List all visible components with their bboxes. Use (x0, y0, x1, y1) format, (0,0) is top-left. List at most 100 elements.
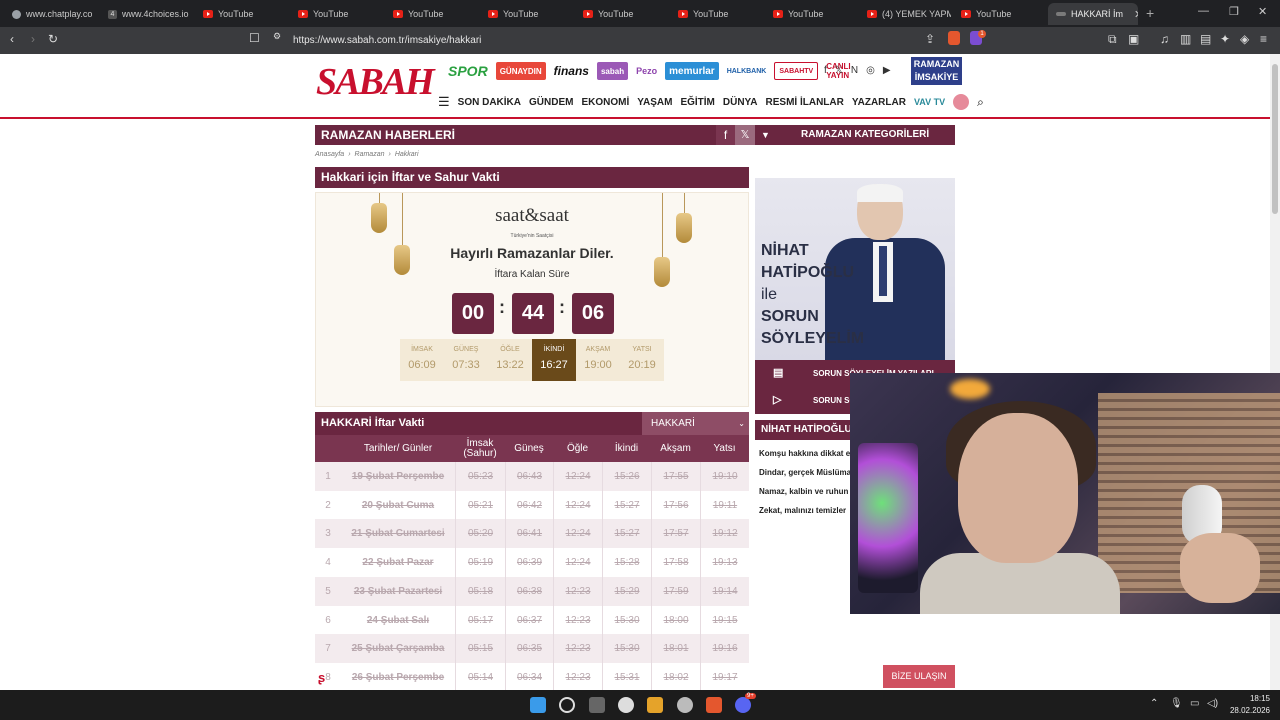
sidebar-article[interactable]: Zekat, malınızı temizler (759, 506, 846, 515)
table-cell: 15:27 (602, 519, 651, 549)
col-header: İkindi (614, 442, 639, 454)
partner-sabahtv[interactable]: SABAHTV (774, 62, 819, 80)
brave-shields-icon[interactable] (948, 31, 960, 45)
breadcrumb-ramazan[interactable]: Ramazan (355, 151, 385, 158)
tab-youtube[interactable]: YouTube (195, 3, 287, 25)
city-select[interactable]: HAKKARİ ⌄ (642, 412, 749, 435)
partner-finans[interactable]: finans (550, 62, 593, 80)
hamburger-icon[interactable]: ☰ (438, 94, 450, 110)
tab-youtube[interactable]: YouTube (290, 3, 382, 25)
discord-icon[interactable] (735, 697, 751, 713)
chevron-down-icon: ⌄ (738, 419, 745, 428)
screenshot-icon[interactable]: ▣ (1128, 32, 1139, 46)
sidebar-icon[interactable]: ▥ (1180, 32, 1191, 46)
site-info-icon[interactable]: ⚙ (273, 31, 281, 42)
tab-youtube[interactable]: YouTube (765, 3, 857, 25)
close-tab-icon[interactable]: ✕ (1134, 8, 1138, 21)
nav-gundem[interactable]: GÜNDEM (529, 97, 573, 108)
tab-youtube[interactable]: YouTube (670, 3, 762, 25)
nav-dunya[interactable]: DÜNYA (723, 97, 758, 108)
tab-chatplay[interactable]: www.chatplay.co (4, 3, 96, 25)
table-cell: 23 Şubat Pazartesi (353, 585, 443, 597)
mic-tray-icon[interactable]: 🎙 (1170, 698, 1183, 709)
vpn-icon[interactable]: ◈ (1240, 32, 1249, 46)
music-icon[interactable]: ♫ (1160, 32, 1169, 46)
partner-sabah[interactable]: sabah (596, 62, 629, 80)
network-icon[interactable]: ▭ (1190, 698, 1199, 709)
x-share-icon[interactable]: 𝕏 (735, 125, 755, 145)
newsletter-icon[interactable]: N (851, 65, 858, 76)
tab-youtube[interactable]: YouTube (385, 3, 477, 25)
table-cell: 19 Şubat Perşembe (351, 471, 445, 482)
table-cell: 05:17 (455, 605, 505, 635)
close-window-icon[interactable]: ✕ (1258, 5, 1267, 18)
tab-yemek[interactable]: (4) YEMEK YAPM (859, 3, 951, 25)
sidebar-article[interactable]: Komşu hakkına dikkat edi (759, 449, 857, 458)
forward-icon[interactable]: › (31, 32, 35, 46)
search-taskbar-icon[interactable] (559, 697, 575, 713)
obs-icon[interactable] (677, 697, 693, 713)
category-dropdown[interactable]: ▼ RAMAZAN KATEGORİLERİ (755, 125, 955, 145)
sidebar-article[interactable]: Dindar, gerçek Müslüman (759, 468, 856, 477)
tab-youtube[interactable]: YouTube (953, 3, 1045, 25)
nav-yazarlar[interactable]: YAZARLAR (852, 97, 906, 108)
contact-button[interactable]: BİZE ULAŞIN (883, 665, 955, 688)
breadcrumb-home[interactable]: Anasayfa (315, 151, 344, 158)
partner-gunaydin[interactable]: GÜNAYDIN (495, 62, 546, 80)
facebook-icon[interactable]: f (824, 65, 827, 76)
extensions-icon[interactable]: ⧉ (1108, 32, 1117, 47)
minimize-icon[interactable]: — (1198, 5, 1209, 17)
hatipoglu-promo-banner[interactable]: NİHAT HATİPOĞLU ile SORUN SÖYLEYELİM (755, 178, 955, 360)
menu-icon[interactable]: ≡ (1260, 32, 1267, 46)
table-cell: 17:58 (651, 548, 700, 578)
ramazan-imsakiye-button[interactable]: RAMAZAN İMSAKİYE (911, 57, 962, 85)
sidebar-article[interactable]: Namaz, kalbin ve ruhun g (759, 487, 855, 496)
nav-egitim[interactable]: EĞİTİM (680, 97, 714, 108)
leo-icon[interactable]: ✦ (1220, 32, 1230, 46)
bookmark-icon[interactable]: ☐ (249, 31, 260, 45)
tab-youtube[interactable]: YouTube (575, 3, 667, 25)
table-cell: 1 (325, 471, 331, 482)
table-cell: 06:43 (505, 462, 553, 491)
chatgpt-icon[interactable] (618, 697, 634, 713)
x-icon[interactable]: 𝕏 (835, 65, 843, 76)
table-cell: 12:23 (553, 605, 602, 635)
sabah-logo[interactable]: SABAH (316, 60, 435, 108)
special-icon[interactable] (953, 94, 970, 110)
youtube-social-icon[interactable]: ▶ (883, 65, 891, 76)
tray-chevron-icon[interactable]: ⌃ (1150, 698, 1158, 709)
system-clock[interactable]: 18:15 28.02.2026 (1226, 693, 1270, 717)
vavtv-link[interactable]: VAV TV (914, 97, 945, 107)
nav-son-dakika[interactable]: SON DAKİKA (458, 97, 521, 108)
nav-resmi-ilanlar[interactable]: RESMİ İLANLAR (766, 97, 844, 108)
volume-icon[interactable]: ◁) (1207, 698, 1218, 709)
url-bar[interactable]: ☐ ⚙ https://www.sabah.com.tr/imsakiye/ha… (243, 30, 970, 51)
new-tab-button[interactable]: + (1146, 5, 1154, 21)
app-icon[interactable] (647, 697, 663, 713)
share-icon[interactable]: ⇪ (925, 32, 935, 46)
reload-icon[interactable]: ↻ (48, 32, 58, 46)
scroll-thumb[interactable] (1272, 64, 1278, 214)
brave-icon[interactable] (706, 697, 722, 713)
tab-youtube[interactable]: YouTube (480, 3, 572, 25)
restore-icon[interactable]: ❐ (1229, 5, 1239, 18)
partner-memurlar[interactable]: memurlar (665, 62, 719, 80)
nav-ekonomi[interactable]: EKONOMİ (581, 97, 629, 108)
youtube-icon (961, 10, 971, 18)
facebook-share-icon[interactable]: f (716, 125, 735, 145)
partner-pezo[interactable]: Pezo (632, 62, 661, 80)
tab-sabah-active[interactable]: HAKKARİ İm✕ (1048, 3, 1138, 25)
partner-halkbank[interactable]: HALKBANK (723, 62, 771, 80)
wallet-icon[interactable]: ▤ (1200, 32, 1211, 46)
sabah-mini-logo[interactable]: ʂ (318, 670, 330, 685)
partner-spor[interactable]: SPOR (444, 62, 492, 80)
search-icon[interactable]: ⌕ (977, 95, 984, 110)
back-icon[interactable]: ‹ (10, 32, 14, 46)
task-view-icon[interactable] (589, 697, 605, 713)
youtube-icon (678, 10, 688, 18)
main-nav: ☰ SON DAKİKA GÜNDEM EKONOMİ YAŞAM EĞİTİM… (438, 94, 984, 110)
instagram-icon[interactable]: ◎ (866, 65, 875, 76)
tab-4choices[interactable]: 4 www.4choices.io (100, 3, 192, 25)
nav-yasam[interactable]: YAŞAM (637, 97, 672, 108)
windows-start-icon[interactable] (530, 697, 546, 713)
